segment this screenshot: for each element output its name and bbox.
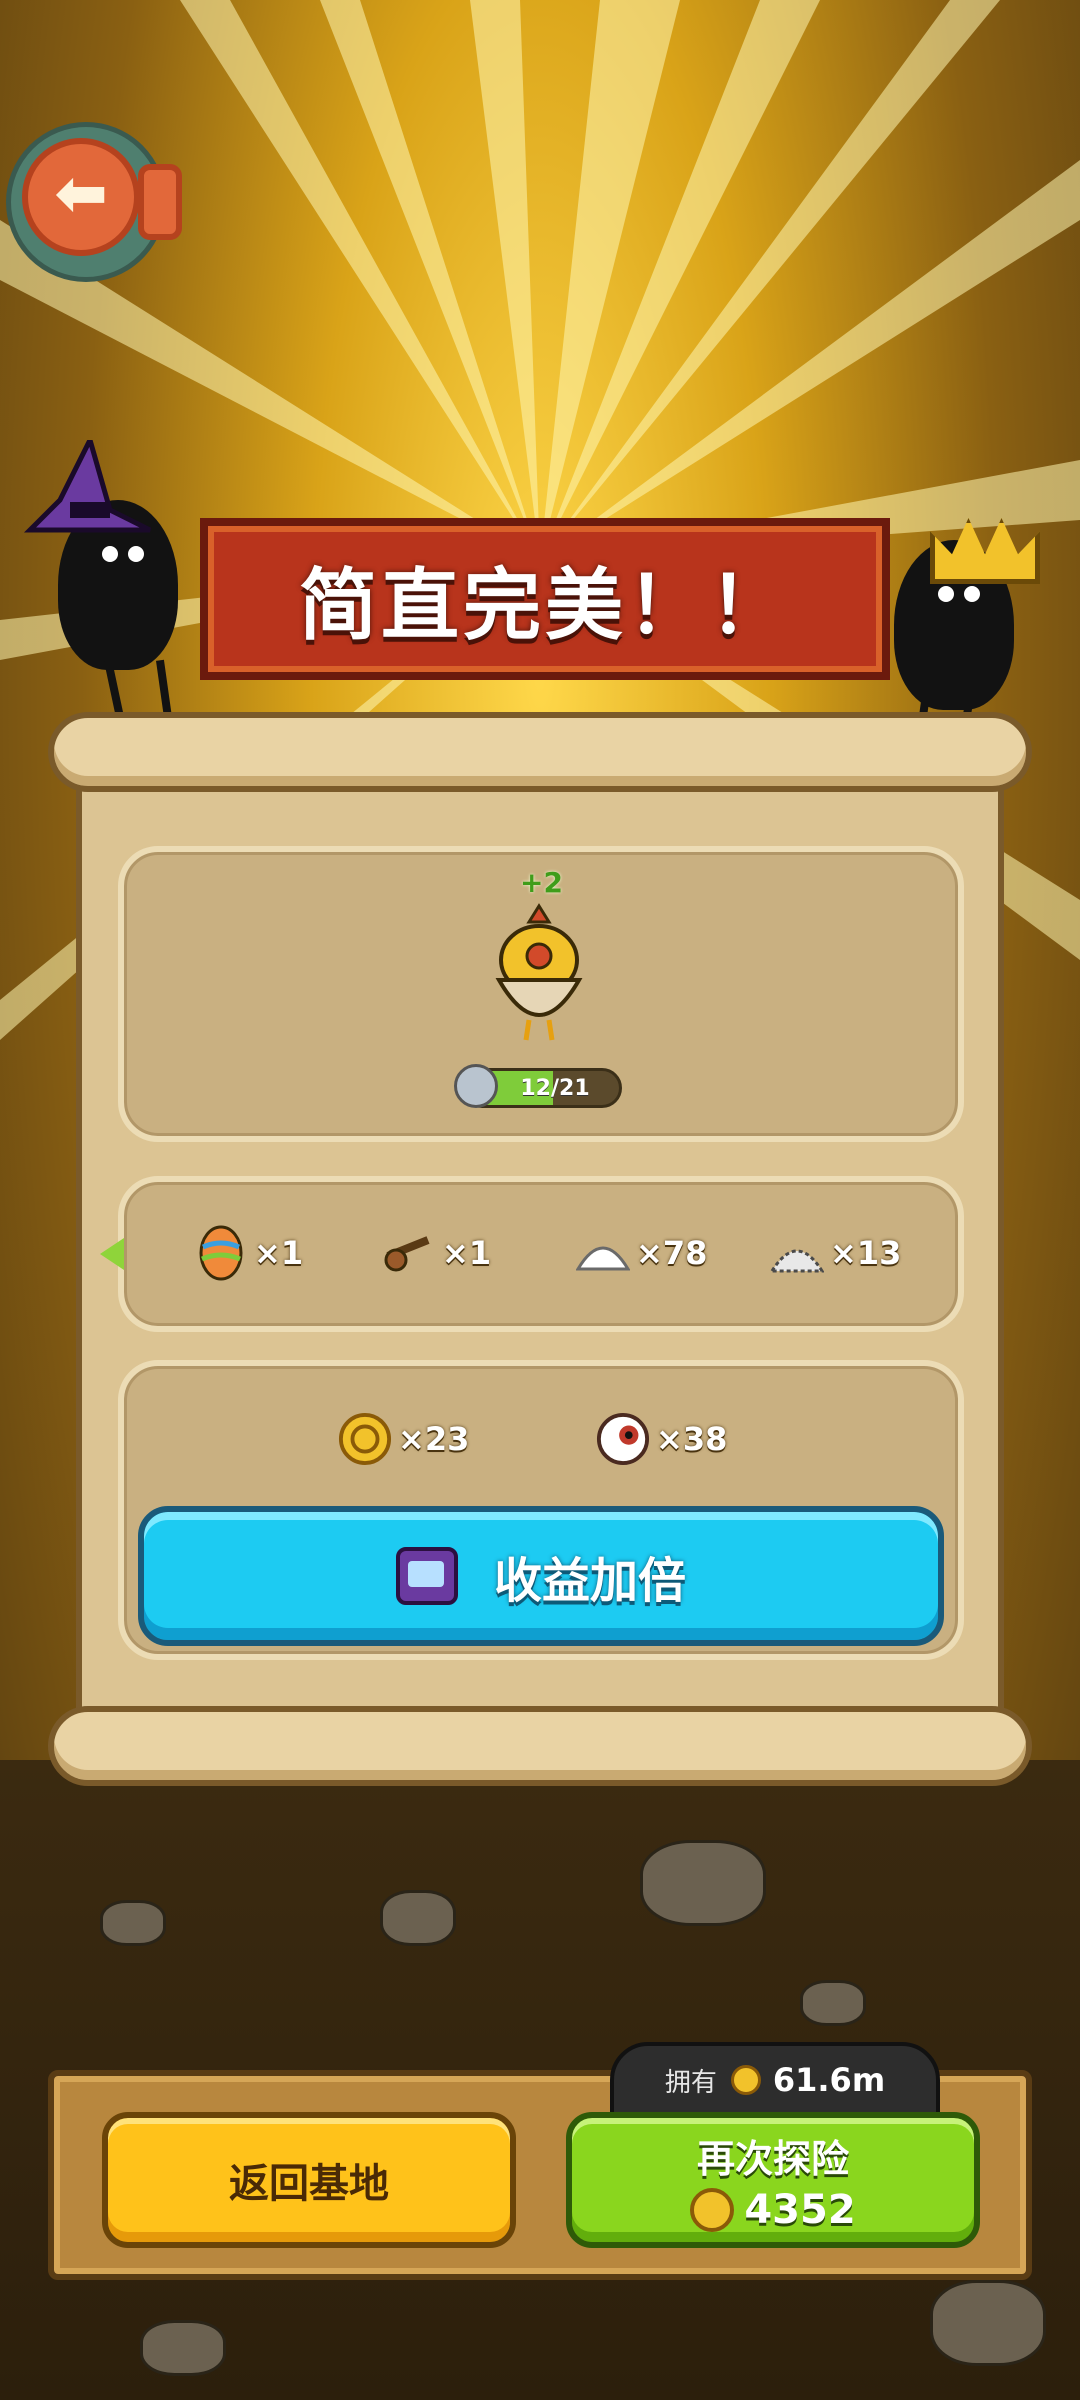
rainbow-egg-icon xyxy=(194,1225,248,1281)
reward-item: ×38 xyxy=(596,1412,727,1466)
tv-icon xyxy=(395,1547,458,1605)
double-reward-label: 收益加倍 xyxy=(493,1553,686,1609)
loot-item: ×1 xyxy=(194,1225,303,1281)
stone-pile-icon xyxy=(770,1226,824,1280)
loot-item: ×78 xyxy=(576,1226,707,1280)
scroll-bottom-roll xyxy=(48,1706,1032,1786)
scroll-top-roll xyxy=(48,712,1032,792)
scroll-left-arrow-icon[interactable] xyxy=(100,1238,124,1270)
owned-coins-display: 拥有 61.6m xyxy=(610,2042,940,2118)
pet-plus-count: +2 xyxy=(520,866,563,899)
owned-value: 61.6m xyxy=(772,2061,886,2099)
loot-item: ×13 xyxy=(770,1226,901,1280)
back-button[interactable]: ⬅ xyxy=(6,112,186,284)
explore-again-cost: 4352 xyxy=(744,2186,856,2233)
return-base-label: 返回基地 xyxy=(229,2161,389,2207)
slingshot-icon xyxy=(382,1226,436,1280)
coin-icon xyxy=(730,2065,761,2095)
pet-face-icon xyxy=(454,1064,498,1108)
owned-label: 拥有 xyxy=(664,2067,717,2098)
double-reward-button[interactable]: 收益加倍 xyxy=(138,1506,944,1646)
witch-hat-icon xyxy=(23,440,152,533)
banner-title: 简直完美！！ xyxy=(298,561,791,651)
chick-egg-pet-icon xyxy=(495,903,583,1041)
salt-pile-icon xyxy=(576,1226,630,1280)
coin-icon xyxy=(690,2187,735,2232)
coin-icon xyxy=(338,1412,392,1466)
back-arrow-icon: ⬅ xyxy=(54,157,108,231)
explore-again-label: 再次探险 xyxy=(696,2136,849,2181)
loot-item: ×1 xyxy=(382,1226,491,1280)
eyeball-icon xyxy=(596,1412,650,1466)
return-base-button[interactable]: 返回基地 xyxy=(102,2112,516,2248)
result-banner: 简直完美！！ xyxy=(200,518,890,680)
explore-again-button[interactable]: 再次探险 4352 xyxy=(566,2112,980,2248)
reward-item: ×23 xyxy=(338,1412,469,1466)
